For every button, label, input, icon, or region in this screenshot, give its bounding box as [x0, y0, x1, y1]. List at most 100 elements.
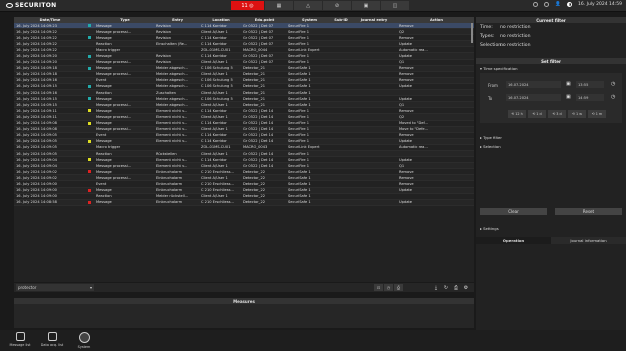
cell-datetime: 16. July 2024 14:09:20 — [16, 60, 57, 65]
settings-icon[interactable]: ⚙ — [462, 284, 470, 291]
from-date-input[interactable]: 16.07.2024 — [506, 81, 561, 88]
clock-tool-icon[interactable]: ◷ — [384, 284, 393, 291]
tab-technical[interactable]: ◫ — [381, 1, 409, 10]
cell-journal — [349, 102, 397, 107]
cell-edupoint: Detector_21 — [243, 90, 266, 95]
cell-edupoint: Detector_21 — [243, 102, 266, 107]
quick-3d-button[interactable]: ⟲ 3 d — [548, 110, 566, 118]
cell-system: SecuriFire 1 — [288, 29, 310, 34]
cell-datetime: 16. July 2024 14:08:58 — [16, 200, 57, 205]
cell-location: C 210 Erschliess... — [201, 169, 234, 174]
cell-system: SecuriFire 1 — [288, 121, 310, 126]
cell-type: Message — [96, 54, 112, 59]
from-time-input[interactable]: 13:55 — [576, 81, 604, 88]
cell-entry: Einbruchalarm — [156, 188, 183, 193]
quick-1m-button[interactable]: ⟲ 1 m — [588, 110, 606, 118]
tab-fault[interactable]: ▦ — [265, 1, 293, 10]
cell-journal — [349, 200, 397, 205]
tab-journal-information[interactable]: Journal information — [551, 237, 626, 244]
cell-status — [84, 145, 94, 150]
settings-toggle[interactable]: ▸ Settings — [476, 224, 626, 232]
cell-status — [84, 200, 94, 205]
cell-location: C 210 Erschliess... — [201, 200, 234, 205]
cell-journal — [349, 175, 397, 180]
tab-disabled[interactable]: ⊘ — [323, 1, 351, 10]
refresh-icon[interactable]: ↻ — [442, 284, 450, 291]
cell-journal — [349, 194, 397, 199]
download-icon[interactable]: ⤓ — [432, 284, 440, 291]
cell-location: C 114 Korridor — [201, 139, 227, 144]
dot-icon-1[interactable] — [533, 2, 539, 7]
nav-data-acq-list[interactable]: Data acq. list — [40, 332, 64, 347]
clock-icon[interactable]: ◷ — [611, 81, 615, 87]
cell-system: SecuriSafe 1 — [288, 96, 311, 101]
cell-action: Automatic rea... — [399, 47, 428, 52]
filter-select[interactable]: protector ▾ — [16, 284, 94, 291]
quick-1w-button[interactable]: ⟲ 1 w — [568, 110, 586, 118]
message-list-panel: Date/Time Type Entry Location Edu.point … — [14, 17, 474, 282]
cell-entry: Element nicht v... — [156, 121, 188, 126]
time-spec-toggle[interactable]: ▾ Time specification — [476, 64, 626, 73]
cell-datetime: 16. July 2024 14:09:05 — [16, 145, 57, 150]
cell-edupoint: Gr 0522 | Det 14 — [243, 114, 274, 119]
filter-select-value: protector — [18, 285, 37, 290]
cell-location: Client A/User 1 — [201, 60, 228, 65]
cell-location: Client A/User 1 — [201, 127, 228, 132]
cell-subid — [331, 169, 349, 174]
scrollbar[interactable] — [471, 23, 473, 43]
status-square-icon — [88, 170, 91, 174]
type-filter-toggle[interactable]: ▸ Type filter — [476, 133, 626, 142]
cell-subid — [331, 53, 349, 58]
cell-entry: Element nicht v... — [156, 163, 188, 168]
cell-subid — [331, 163, 349, 168]
to-date-input[interactable]: 16.07.2024 — [506, 94, 561, 101]
cell-entry: Element nicht v... — [156, 127, 188, 132]
selection-toggle[interactable]: ▸ Selection — [476, 142, 626, 151]
cell-edupoint: Gr 0522 | Det 07 — [243, 23, 274, 28]
reset-button[interactable]: Reset — [555, 208, 622, 215]
cell-datetime: 16. July 2024 14:09:22 — [16, 41, 57, 46]
cell-edupoint: MACRO_0043 — [243, 145, 268, 150]
cell-edupoint: Gr 0522 | Det 07 — [243, 54, 274, 59]
cell-journal — [349, 127, 397, 132]
cell-edupoint: Detector_22 — [243, 194, 266, 199]
tab-warning[interactable]: △ — [294, 1, 322, 10]
cell-datetime: 16. July 2024 14:09:00 — [16, 194, 57, 199]
cell-datetime: 16. July 2024 14:09:05 — [16, 139, 57, 144]
top-bar: SECURITON 11 ◎ ▦ △ ⊘ ▣ ◫ 👤 16. July 2024… — [0, 0, 626, 12]
printer-icon[interactable]: ⎙ — [452, 284, 460, 291]
to-time-input[interactable]: 14:59 — [576, 94, 604, 101]
table-row[interactable]: 16. July 2024 14:08:58 Message Einbruchala… — [14, 199, 474, 206]
cell-subid — [331, 60, 349, 65]
status-square-icon — [88, 200, 91, 204]
datetime: 16. July 2024 14:59 — [578, 2, 622, 7]
settings-label: Settings — [483, 225, 499, 231]
cell-edupoint: Gr 0522 | Det 14 — [243, 127, 274, 132]
cell-entry: Element nicht v... — [156, 133, 188, 138]
cell-subid — [331, 200, 349, 205]
nav-system[interactable]: System — [72, 332, 96, 349]
calendar-icon[interactable]: ▣ — [566, 81, 571, 87]
tab-info[interactable]: ▣ — [352, 1, 380, 10]
alarm-tab[interactable]: 11 ◎ — [231, 1, 264, 10]
user-icon[interactable]: 👤 — [555, 2, 561, 7]
dot-icon-2[interactable] — [544, 2, 550, 7]
cell-entry: Melder abgesch... — [156, 84, 188, 89]
theme-toggle-icon[interactable] — [567, 2, 573, 7]
cell-type: Message processi... — [96, 102, 132, 107]
cell-system: SecuriSafe 1 — [288, 66, 311, 71]
quick-12h-button[interactable]: ⟲ 12 h — [508, 110, 526, 118]
calendar-icon[interactable]: ▣ — [566, 94, 571, 100]
quick-1d-button[interactable]: ⟲ 1 d — [528, 110, 546, 118]
nav-message-list[interactable]: Message list — [8, 332, 32, 347]
clock-icon[interactable]: ◷ — [611, 94, 615, 100]
cell-entry: Einschalten (Re... — [156, 41, 188, 46]
cell-system: SecuriFire 1 — [288, 114, 310, 119]
print-tool-icon[interactable]: ⎙ — [394, 284, 403, 291]
tab-operation[interactable]: Operation — [476, 237, 551, 244]
clear-button[interactable]: Clear — [480, 208, 547, 215]
cell-journal — [349, 121, 397, 126]
filter-tool-icon[interactable]: ⊡ — [374, 284, 383, 291]
cell-action: Q2 — [399, 114, 405, 119]
cell-status — [84, 78, 94, 83]
